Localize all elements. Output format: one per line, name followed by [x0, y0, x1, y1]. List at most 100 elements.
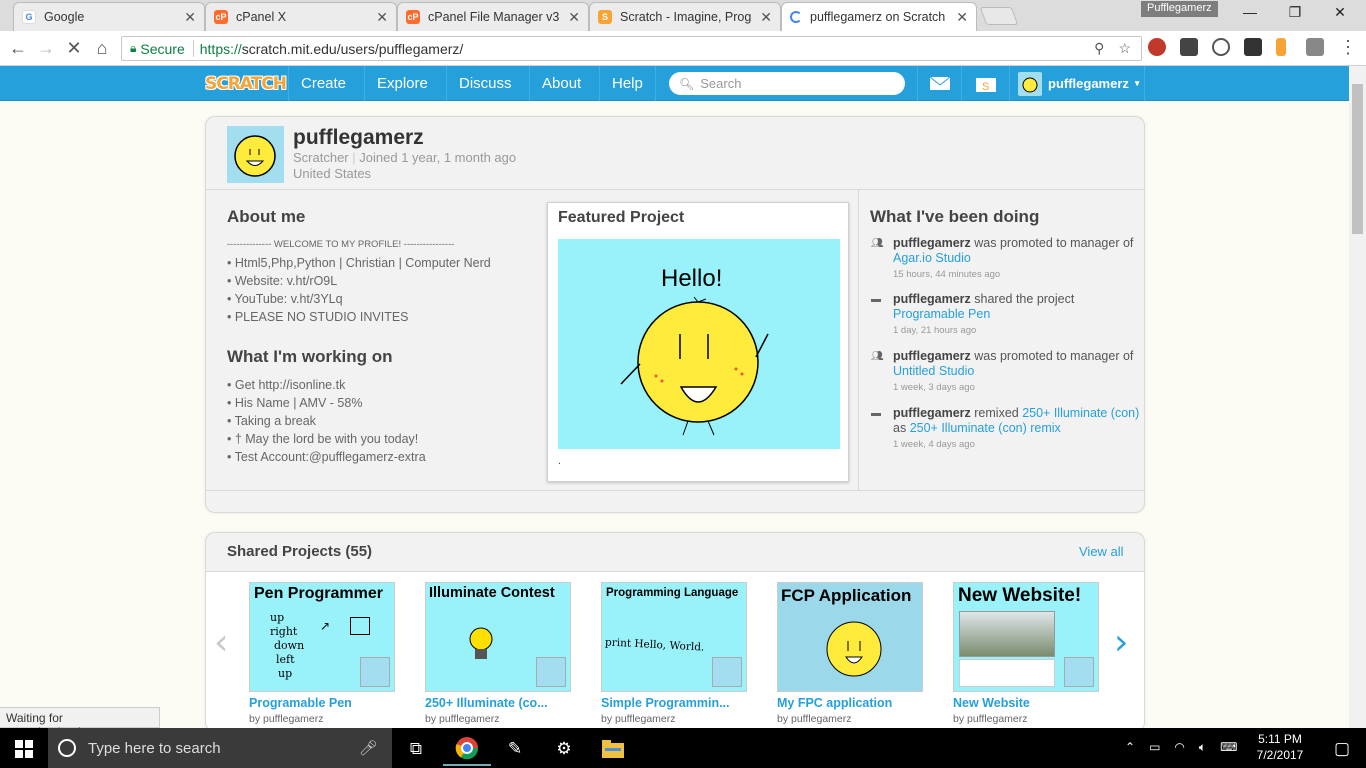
- tab-google[interactable]: G Google ✕: [13, 2, 205, 31]
- cpanel-icon: cP: [406, 10, 420, 24]
- new-tab-button[interactable]: [979, 7, 1019, 25]
- project-thumbnail[interactable]: New Website!: [953, 582, 1099, 692]
- location-label: United States: [293, 166, 372, 181]
- extension-icon[interactable]: [1148, 38, 1166, 56]
- window-close-icon[interactable]: ✕: [1320, 4, 1360, 24]
- activity-link[interactable]: 250+ Illuminate (con): [1022, 406, 1139, 420]
- project-author[interactable]: by pufflegamerz: [777, 713, 925, 725]
- tab-cpanel-x[interactable]: cP cPanel X ✕: [205, 2, 397, 31]
- project-thumbnail[interactable]: Illuminate Contest: [425, 582, 571, 692]
- close-icon[interactable]: ✕: [760, 9, 772, 26]
- file-explorer-icon[interactable]: [589, 732, 637, 766]
- chevron-up-icon[interactable]: ⌃: [1125, 740, 1135, 755]
- project-card[interactable]: Pen Programmer up right down left up ↗ P…: [249, 582, 397, 725]
- close-icon[interactable]: ✕: [184, 9, 196, 26]
- project-title[interactable]: Simple Programmin...: [601, 696, 749, 710]
- activity-user[interactable]: pufflegamerz: [893, 236, 971, 250]
- tab-pufflegamerz[interactable]: pufflegamerz on Scratch ✕: [781, 2, 977, 31]
- scratch-extension-icon[interactable]: [1276, 38, 1286, 56]
- nav-help[interactable]: Help: [599, 66, 656, 101]
- back-icon[interactable]: ←: [7, 37, 29, 59]
- action-center-icon[interactable]: ▢: [1318, 732, 1366, 766]
- camera-icon[interactable]: [1306, 38, 1324, 56]
- profile-avatar[interactable]: [227, 126, 284, 183]
- activity-link[interactable]: Programable Pen: [893, 307, 990, 321]
- close-icon[interactable]: ✕: [376, 9, 388, 26]
- home-icon[interactable]: ⌂: [91, 37, 113, 59]
- activity-heading: What I've been doing: [870, 207, 1040, 226]
- search-input[interactable]: 🔍︎ Search: [669, 72, 905, 95]
- carousel-prev-icon[interactable]: ‹: [214, 622, 228, 663]
- chrome-profile-badge[interactable]: Pufflegamerz: [1141, 1, 1218, 17]
- battery-icon[interactable]: ▭: [1149, 740, 1160, 755]
- carousel-next-icon[interactable]: ›: [1114, 622, 1128, 663]
- activity-link[interactable]: Agar.io Studio: [893, 251, 971, 265]
- my-stuff-button[interactable]: S: [961, 66, 1009, 101]
- tab-scratch-home[interactable]: S Scratch - Imagine, Progra ✕: [589, 2, 781, 31]
- paint-app-icon[interactable]: ✎: [491, 732, 539, 766]
- nav-discuss[interactable]: Discuss: [446, 66, 524, 101]
- activity-user[interactable]: pufflegamerz: [893, 349, 971, 363]
- key-icon[interactable]: ⚲: [1094, 40, 1104, 57]
- settings-gear-icon[interactable]: ⚙: [540, 732, 588, 766]
- bookmark-star-icon[interactable]: ☆: [1118, 40, 1131, 57]
- project-card[interactable]: Programming Language print Hello, World.…: [601, 582, 749, 725]
- nav-about[interactable]: About: [529, 66, 593, 101]
- keyboard-icon[interactable]: ⌨: [1220, 740, 1237, 755]
- project-carousel: ‹ › Pen Programmer up right down left up…: [206, 571, 1144, 731]
- project-title[interactable]: Programable Pen: [249, 696, 397, 710]
- project-card[interactable]: Illuminate Contest 250+ Illuminate (co..…: [425, 582, 573, 725]
- project-author[interactable]: by pufflegamerz: [249, 713, 397, 725]
- project-author[interactable]: by pufflegamerz: [601, 713, 749, 725]
- user-menu[interactable]: pufflegamerz ▾: [1009, 66, 1145, 101]
- project-title[interactable]: New Website: [953, 696, 1101, 710]
- nav-explore[interactable]: Explore: [364, 66, 440, 101]
- task-view-icon[interactable]: ⧉: [392, 732, 440, 766]
- taskbar-clock[interactable]: 5:11 PM 7/2/2017: [1250, 731, 1310, 763]
- nav-create[interactable]: Create: [288, 66, 358, 101]
- project-thumbnail[interactable]: Pen Programmer up right down left up ↗: [249, 582, 395, 692]
- wifi-icon[interactable]: ◠: [1174, 740, 1184, 755]
- project-author[interactable]: by pufflegamerz: [953, 713, 1101, 725]
- scrollbar-thumb[interactable]: [1352, 84, 1363, 234]
- scratch-logo[interactable]: SCRATCH: [205, 70, 287, 97]
- close-icon[interactable]: ✕: [956, 9, 968, 26]
- avatar: [1018, 71, 1042, 96]
- project-thumbnail[interactable]: FCP Application: [777, 582, 923, 692]
- taskbar-search-input[interactable]: Type here to search 🎤︎: [48, 728, 392, 768]
- activity-user[interactable]: pufflegamerz: [893, 406, 971, 420]
- address-bar[interactable]: 🔒︎ Secure https:// scratch.mit.edu/users…: [121, 36, 1142, 61]
- chrome-taskbar-icon[interactable]: [443, 732, 491, 766]
- studio-icon: 👥︎: [871, 238, 884, 249]
- loading-spinner-icon: [790, 11, 802, 23]
- activity-user[interactable]: pufflegamerz: [893, 292, 971, 306]
- microphone-icon[interactable]: 🎤︎: [359, 739, 378, 757]
- activity-link[interactable]: Untitled Studio: [893, 364, 974, 378]
- windows-start-icon[interactable]: [0, 732, 48, 766]
- cortana-icon: [58, 739, 76, 757]
- close-icon[interactable]: ✕: [568, 9, 580, 26]
- tab-cpanel-file-manager[interactable]: cP cPanel File Manager v3 ✕: [397, 2, 589, 31]
- extension-icon[interactable]: [1212, 38, 1230, 56]
- activity-link[interactable]: 250+ Illuminate (con) remix: [910, 421, 1061, 435]
- extension-icon[interactable]: [1180, 38, 1198, 56]
- volume-icon[interactable]: 🔈︎: [1199, 740, 1206, 755]
- project-thumbnail[interactable]: Programming Language print Hello, World.: [601, 582, 747, 692]
- project-title[interactable]: My FPC application: [777, 696, 925, 710]
- project-title[interactable]: 250+ Illuminate (co...: [425, 696, 573, 710]
- url-path: scratch.mit.edu/users/pufflegamerz/: [241, 40, 464, 57]
- featured-project[interactable]: Featured Project Hello! .: [547, 202, 849, 482]
- chrome-menu-icon[interactable]: ⋮: [1337, 36, 1359, 58]
- project-author[interactable]: by pufflegamerz: [425, 713, 573, 725]
- featured-hello-text: Hello!: [661, 265, 722, 292]
- messages-button[interactable]: [917, 66, 961, 101]
- restore-icon[interactable]: ❐: [1275, 4, 1315, 24]
- minimize-icon[interactable]: —: [1230, 4, 1270, 24]
- forward-icon[interactable]: →: [35, 37, 57, 59]
- extension-icon[interactable]: [1244, 38, 1262, 56]
- project-card[interactable]: New Website! New Website by pufflegamerz: [953, 582, 1101, 725]
- project-card[interactable]: FCP Application My FPC application by pu…: [777, 582, 925, 725]
- stop-icon[interactable]: ✕: [63, 37, 85, 59]
- view-all-link[interactable]: View all: [1079, 544, 1124, 559]
- featured-project-thumbnail[interactable]: Hello!: [558, 239, 840, 449]
